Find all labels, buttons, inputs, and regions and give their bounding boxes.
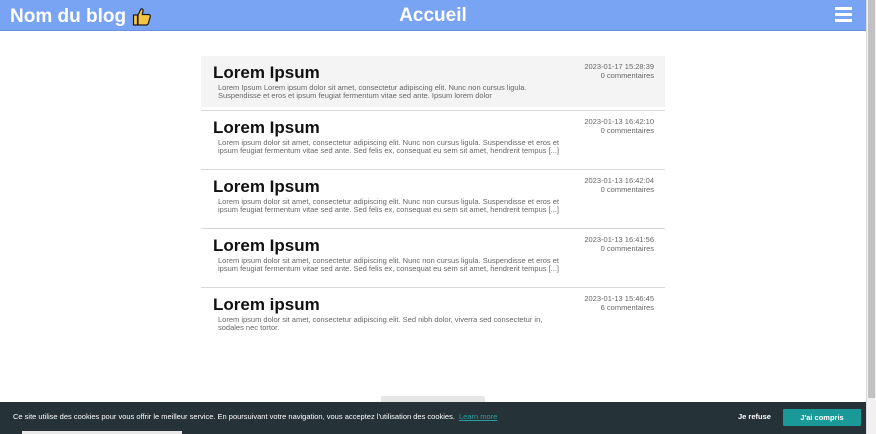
post-title[interactable]: Lorem Ipsum (213, 64, 320, 82)
post-title[interactable]: Lorem Ipsum (213, 178, 320, 196)
post-comment-count: 0 commentaires (600, 70, 654, 80)
page: Nom du blog Accueil Lorem Ipsum Lorem Ip… (0, 0, 866, 434)
page-title: Accueil (399, 5, 467, 26)
cookie-message-text: Ce site utilise des cookies pour vous of… (13, 412, 455, 421)
post-item[interactable]: Lorem ipsum Lorem ipsum dolor sit amet, … (201, 288, 665, 347)
top-navbar: Nom du blog Accueil (0, 0, 866, 31)
post-item[interactable]: Lorem Ipsum Lorem ipsum dolor sit amet, … (201, 111, 665, 170)
post-excerpt: Lorem ipsum dolor sit amet, consectetur … (218, 138, 560, 155)
post-list: Lorem Ipsum Lorem Ipsum Lorem ipsum dolo… (201, 56, 665, 347)
post-meta: 2023-01-13 16:42:10 0 commentaires (584, 117, 654, 135)
post-excerpt: Lorem ipsum dolor sit amet, consectetur … (218, 197, 560, 214)
post-comment-count: 0 commentaires (600, 184, 654, 194)
post-excerpt: Lorem ipsum dolor sit amet, consectetur … (218, 315, 543, 332)
post-item[interactable]: Lorem Ipsum Lorem Ipsum Lorem ipsum dolo… (201, 56, 665, 107)
accept-cookies-button[interactable]: J'ai compris (783, 409, 861, 426)
post-item[interactable]: Lorem Ipsum Lorem ipsum dolor sit amet, … (201, 170, 665, 229)
post-excerpt: Lorem ipsum dolor sit amet, consectetur … (218, 256, 560, 273)
post-title[interactable]: Lorem ipsum (213, 296, 320, 314)
post-title[interactable]: Lorem Ipsum (213, 237, 320, 255)
post-meta: 2023-01-13 15:46:45 6 commentaires (584, 294, 654, 312)
refuse-cookies-button[interactable]: Je refuse (738, 412, 771, 422)
post-title[interactable]: Lorem Ipsum (213, 119, 320, 137)
post-item[interactable]: Lorem Ipsum Lorem ipsum dolor sit amet, … (201, 229, 665, 288)
post-meta: 2023-01-13 16:41:56 0 commentaires (584, 235, 654, 253)
post-excerpt: Lorem Ipsum Lorem ipsum dolor sit amet, … (218, 83, 527, 100)
scrollbar-thumb[interactable] (868, 0, 875, 398)
cookie-message: Ce site utilise des cookies pour vous of… (13, 412, 497, 422)
cookie-consent-bar: Ce site utilise des cookies pour vous of… (0, 402, 866, 434)
post-comment-count: 6 commentaires (600, 302, 654, 312)
learn-more-link[interactable]: Learn more (459, 412, 497, 421)
post-comment-count: 0 commentaires (600, 243, 654, 253)
post-meta: 2023-01-17 15:28:39 0 commentaires (584, 62, 654, 80)
hamburger-menu-icon[interactable] (835, 7, 852, 24)
post-meta: 2023-01-13 16:42:04 0 commentaires (584, 176, 654, 194)
post-comment-count: 0 commentaires (600, 125, 654, 135)
page-scrollbar[interactable] (866, 0, 876, 434)
